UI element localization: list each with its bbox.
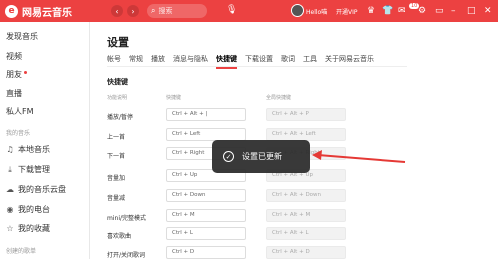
- chevron-right-icon: ›: [131, 6, 135, 16]
- my-music-header: 我的音乐: [6, 130, 31, 137]
- shortcut-field[interactable]: Ctrl + D: [166, 246, 246, 259]
- sidebar-item-local-music[interactable]: ♫ 本地音乐: [6, 144, 50, 155]
- search-icon: ⌕: [151, 6, 156, 15]
- sidebar-item-label: 发现音乐: [6, 32, 38, 41]
- search-input[interactable]: ⌕ 搜索: [147, 4, 207, 18]
- row-label: 音量加: [107, 175, 126, 182]
- toast-message: 设置已更新: [242, 152, 282, 161]
- sidebar-item-favorites[interactable]: ☆ 我的收藏: [6, 223, 50, 234]
- netease-logo-icon: e: [5, 4, 18, 18]
- row-label: 打开/关闭歌词: [107, 252, 146, 259]
- username[interactable]: Hello喵: [306, 7, 327, 16]
- settings-icon[interactable]: ⚙: [418, 5, 426, 17]
- section-title: 快捷键: [107, 78, 128, 86]
- star-icon: ☆: [6, 224, 14, 233]
- row-label: mini/完整模式: [107, 215, 147, 222]
- mail-icon[interactable]: ✉: [398, 5, 406, 17]
- sidebar-item-label: 直播: [6, 89, 22, 98]
- row-label: 音量减: [107, 195, 126, 202]
- minimize-icon[interactable]: –: [451, 5, 456, 17]
- chevron-left-icon: ‹: [115, 6, 119, 16]
- global-shortcut-field[interactable]: Ctrl + Alt + L: [266, 227, 346, 240]
- sidebar: 发现音乐 视频 朋友 直播 私人FM 我的音乐 ♫ 本地音乐 ⤓ 下载管理 ☁ 我的音…: [0, 22, 90, 259]
- sidebar-item-label: 私人FM: [6, 107, 34, 116]
- sidebar-item-label: 本地音乐: [18, 145, 50, 154]
- row-label: 上一首: [107, 134, 126, 141]
- sidebar-item-friends[interactable]: 朋友: [6, 69, 27, 80]
- column-header-shortcut: 快捷键: [166, 95, 182, 101]
- radio-icon: ◉: [6, 205, 14, 214]
- created-playlists-header: 创建的歌单: [6, 248, 37, 255]
- mini-mode-icon[interactable]: ▭: [435, 5, 444, 17]
- sidebar-item-video[interactable]: 视频: [6, 51, 22, 62]
- maximize-icon[interactable]: □: [467, 5, 476, 17]
- global-shortcut-field[interactable]: Ctrl + Alt + Down: [266, 189, 346, 202]
- title-bar: e 网易云音乐 ‹ › ⌕ 搜索 🎙 Hello喵 开通VIP ♛ 👕 ✉ 10…: [0, 0, 498, 22]
- music-note-icon: ♫: [6, 145, 14, 154]
- row-label: 喜欢歌曲: [107, 233, 132, 240]
- shortcut-field[interactable]: Ctrl + Down: [166, 189, 246, 202]
- row-label: 播放/暂停: [107, 114, 134, 121]
- page-title: 设置: [107, 36, 129, 49]
- check-icon: ✓: [223, 151, 234, 162]
- microphone-icon[interactable]: 🎙: [226, 5, 237, 15]
- column-header-function: 功能说明: [107, 95, 128, 101]
- notification-dot: [24, 70, 27, 74]
- shortcut-field[interactable]: Ctrl + M: [166, 209, 246, 222]
- sidebar-item-label: 下载管理: [18, 165, 50, 174]
- shortcut-field[interactable]: Ctrl + L: [166, 227, 246, 240]
- column-header-global: 全局快捷键: [266, 95, 292, 101]
- tabs-divider: [107, 66, 407, 67]
- sidebar-item-live[interactable]: 直播: [6, 88, 22, 99]
- close-icon[interactable]: ✕: [484, 5, 492, 17]
- sidebar-item-radio[interactable]: ◉ 我的电台: [6, 204, 51, 215]
- sidebar-item-discover[interactable]: 发现音乐: [6, 31, 38, 42]
- shirt-icon[interactable]: 👕: [382, 5, 393, 17]
- global-shortcut-field[interactable]: Ctrl + Alt + D: [266, 246, 346, 259]
- avatar[interactable]: [291, 4, 304, 17]
- vip-link[interactable]: 开通VIP: [336, 7, 358, 16]
- forward-button[interactable]: ›: [127, 5, 139, 17]
- sidebar-item-downloads[interactable]: ⤓ 下载管理: [6, 164, 50, 175]
- global-shortcut-field[interactable]: Ctrl + Alt + M: [266, 209, 346, 222]
- app-logo[interactable]: e 网易云音乐: [5, 4, 72, 19]
- skin-icon[interactable]: ♛: [367, 5, 375, 17]
- search-placeholder: 搜索: [158, 7, 173, 15]
- settings-updated-toast: ✓ 设置已更新: [212, 140, 310, 173]
- row-label: 下一首: [107, 153, 126, 160]
- sidebar-item-label: 我的收藏: [18, 224, 50, 233]
- cloud-icon: ☁: [6, 185, 14, 194]
- sidebar-item-label: 朋友: [6, 70, 22, 79]
- back-button[interactable]: ‹: [111, 5, 123, 17]
- sidebar-item-cloud[interactable]: ☁ 我的音乐云盘: [6, 184, 66, 195]
- sidebar-item-label: 我的电台: [18, 205, 50, 214]
- sidebar-item-fm[interactable]: 私人FM: [6, 106, 34, 117]
- download-icon: ⤓: [8, 164, 12, 174]
- sidebar-item-label: 我的音乐云盘: [18, 185, 66, 194]
- global-shortcut-field[interactable]: Ctrl + Alt + P: [266, 108, 346, 121]
- sidebar-item-label: 视频: [6, 52, 22, 61]
- app-name: 网易云音乐: [22, 7, 72, 19]
- shortcut-field[interactable]: Ctrl + Alt + |: [166, 108, 246, 121]
